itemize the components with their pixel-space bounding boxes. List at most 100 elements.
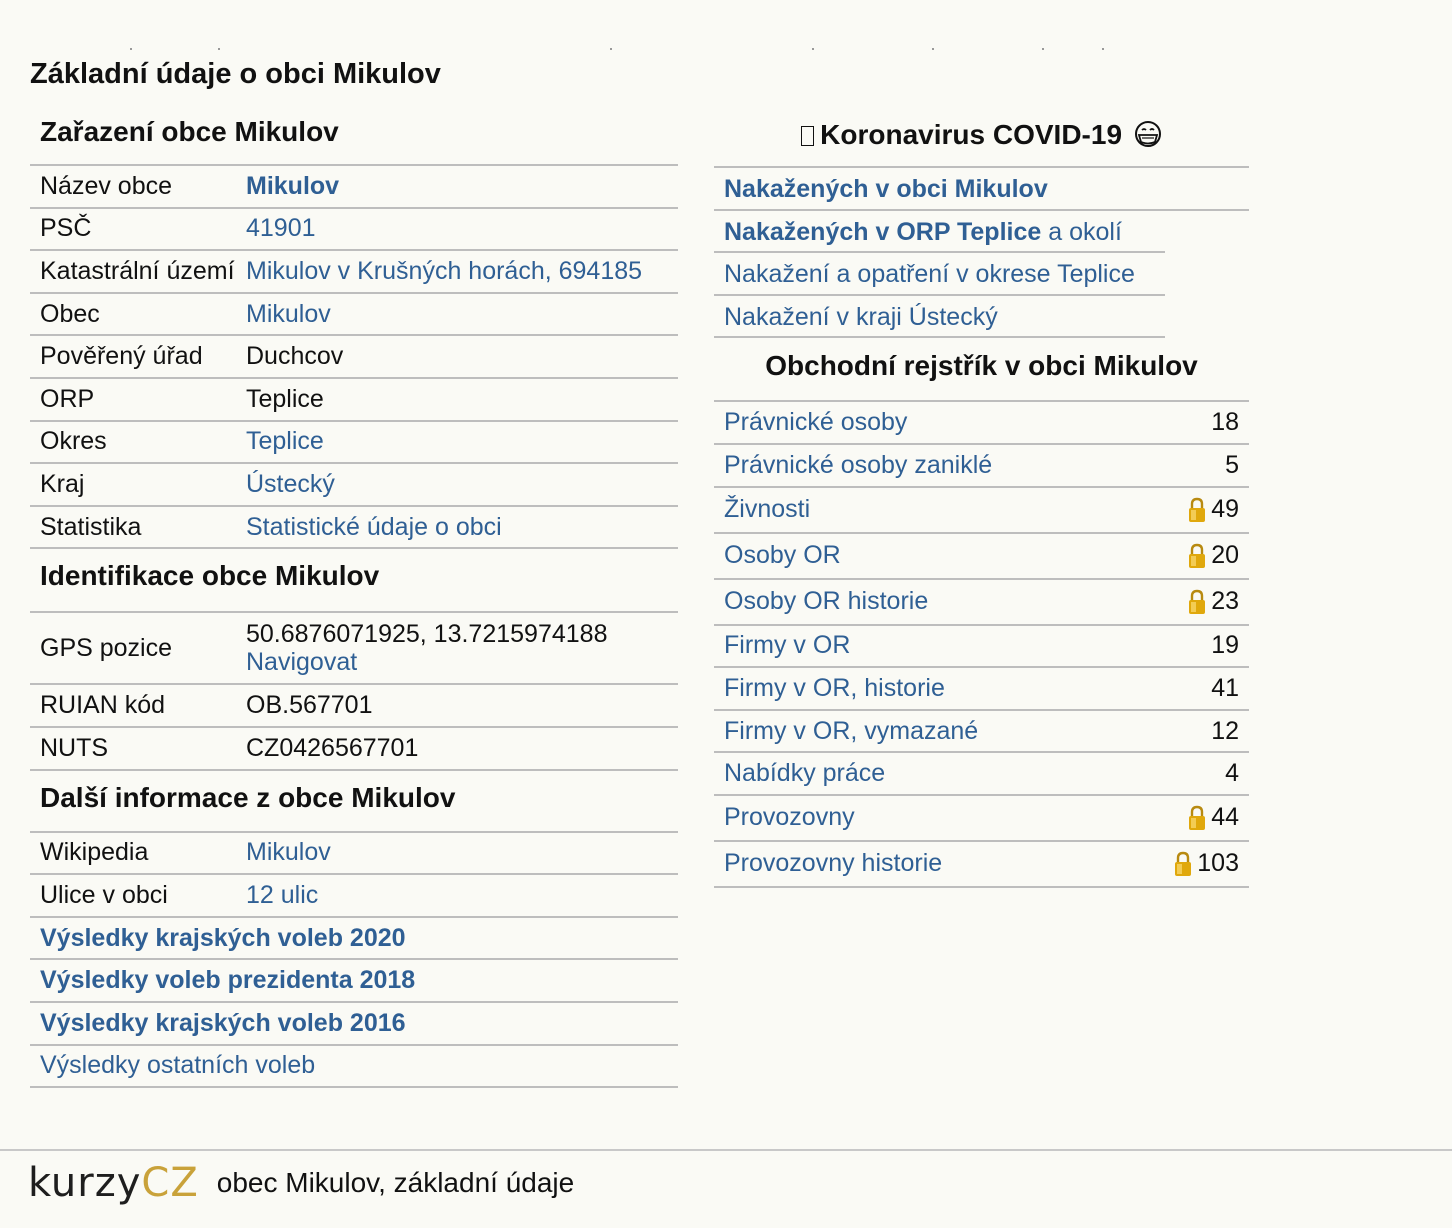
table-row-ruian: RUIAN kód OB.567701	[30, 685, 678, 728]
section-heading-dalsi: Další informace z obce Mikulov	[30, 771, 678, 833]
count-cell: 19	[1211, 631, 1239, 660]
row-label: PSČ	[40, 214, 92, 243]
covid-link-text[interactable]: Nakažení v kraji Ústecký	[724, 303, 998, 331]
count-cell: 5	[1225, 451, 1239, 480]
register-link[interactable]: Osoby OR	[724, 541, 1187, 570]
row-label: NUTS	[40, 733, 109, 762]
row-label: Pověřený úřad	[40, 342, 203, 371]
covid-link-bold[interactable]: Nakažených v obci Mikulov	[724, 175, 1048, 203]
list-item: Výsledky ostatních voleb	[30, 1046, 678, 1089]
table-row-gps: GPS pozice 50.6876071925, 13.7215974188 …	[30, 613, 678, 686]
lock-icon	[1187, 543, 1207, 569]
register-link[interactable]: Nabídky práce	[724, 759, 1225, 788]
election-results-link[interactable]: Výsledky krajských voleb 2016	[40, 1009, 406, 1038]
top-cropped-text-remnant	[30, 44, 1130, 58]
register-link[interactable]: Provozovny	[724, 803, 1187, 832]
election-results-link[interactable]: Výsledky ostatních voleb	[40, 1051, 315, 1080]
row-value-link[interactable]: Ústecký	[246, 470, 678, 499]
table-row: PSČ 41901	[30, 209, 678, 252]
row-value-link[interactable]: Mikulov v Krušných horách, 694185	[246, 257, 678, 286]
list-item: Výsledky voleb prezidenta 2018	[30, 960, 678, 1003]
table-row: Katastrální území Mikulov v Krušných horá…	[30, 251, 678, 294]
streets-link[interactable]: 12 ulic	[246, 881, 678, 910]
row-label: Wikipedia	[40, 838, 149, 867]
covid-link-row[interactable]: Nakažení a opatření v okrese Teplice	[714, 253, 1165, 296]
row-value: Duchcov	[246, 342, 344, 371]
count-cell: 41	[1211, 674, 1239, 703]
ruian-code: OB.567701	[246, 691, 373, 720]
business-register-table: Právnické osoby 18 Právnické osoby zaniklé…	[714, 402, 1249, 888]
covid-link-text[interactable]: a okolí	[1041, 218, 1122, 246]
covid-link-row[interactable]: Nakažených v obci Mikulov	[714, 168, 1249, 211]
table-row: Kraj Ústecký	[30, 464, 678, 507]
row-value-link[interactable]: 41901	[246, 214, 678, 243]
covid-link-row[interactable]: Nakažení v kraji Ústecký	[714, 296, 1165, 339]
footer-caption: obec Mikulov, základní údaje	[216, 1167, 575, 1198]
table-row: ORP Teplice	[30, 379, 678, 422]
lock-icon	[1173, 851, 1193, 877]
table-row: Právnické osoby 18	[714, 402, 1249, 445]
count-cell: 23	[1187, 587, 1239, 616]
row-value-link[interactable]: Mikulov	[246, 300, 678, 329]
navigate-link[interactable]: Navigovat	[246, 648, 357, 676]
count-value: 44	[1211, 803, 1239, 832]
list-item: Výsledky krajských voleb 2016	[30, 1003, 678, 1046]
register-link[interactable]: Právnické osoby zaniklé	[724, 451, 1225, 480]
register-link[interactable]: Firmy v OR, historie	[724, 674, 1211, 703]
table-row: Firmy v OR, vymazané 12	[714, 711, 1249, 754]
table-row: Firmy v OR 19	[714, 626, 1249, 669]
lock-icon	[1187, 589, 1207, 615]
row-label: ORP	[40, 384, 95, 413]
register-link[interactable]: Právnické osoby	[724, 408, 1211, 437]
row-value-link[interactable]: Teplice	[246, 427, 678, 456]
register-link[interactable]: Firmy v OR	[724, 631, 1211, 660]
covid-links: Nakažených v obci Mikulov Nakažených v OR…	[714, 168, 1249, 339]
table-row: Osoby OR 20	[714, 534, 1249, 580]
footer-divider	[0, 1149, 1452, 1151]
covid-heading-text: Koronavirus COVID-19	[820, 119, 1123, 150]
register-link[interactable]: Osoby OR historie	[724, 587, 1187, 616]
kurzy-cz-logo[interactable]: KURZYCZ	[28, 1160, 199, 1206]
page-title: Základní údaje o obci Mikulov	[30, 58, 441, 90]
row-label: Obec	[40, 299, 100, 328]
count-value: 19	[1211, 631, 1239, 660]
covid-link-text[interactable]: Nakažení a opatření v okrese Teplice	[724, 260, 1135, 288]
left-column: Zařazení obce Mikulov Název obce Mikulov P…	[30, 108, 678, 1089]
gps-coordinates: 50.6876071925, 13.7215974188	[246, 620, 608, 649]
table-row-wikipedia: Wikipedia Mikulov	[30, 833, 678, 876]
row-label: Statistika	[40, 512, 142, 541]
election-results-link[interactable]: Výsledky krajských voleb 2020	[40, 924, 406, 953]
right-column: Koronavirus COVID-19 Nakažených v obci M…	[714, 108, 1249, 888]
count-cell: 103	[1173, 849, 1239, 878]
count-value: 41	[1211, 673, 1239, 702]
elections-links: Výsledky krajských voleb 2020 Výsledky vo…	[30, 918, 678, 1089]
row-value-link[interactable]: Statistické údaje o obci	[246, 513, 678, 542]
list-item: Výsledky krajských voleb 2020	[30, 918, 678, 961]
count-cell: 20	[1187, 541, 1239, 570]
table-row: Živnosti 49	[714, 488, 1249, 534]
table-row: Firmy v OR, historie 41	[714, 668, 1249, 711]
register-link[interactable]: Firmy v OR, vymazané	[724, 717, 1211, 746]
register-link[interactable]: Provozovny historie	[724, 849, 1173, 878]
zarazeni-table: Název obce Mikulov PSČ 41901 Katastrální úze…	[30, 166, 678, 550]
covid-link-row[interactable]: Nakažených v ORP Teplice a okolí	[714, 211, 1165, 254]
register-link[interactable]: Živnosti	[724, 495, 1187, 524]
row-label: Ulice v obci	[40, 880, 168, 909]
table-row: Osoby OR historie 23	[714, 580, 1249, 626]
nuts-code: CZ0426567701	[246, 733, 419, 762]
wikipedia-link[interactable]: Mikulov	[246, 838, 678, 867]
count-value: 4	[1225, 759, 1239, 788]
row-value-link[interactable]: Mikulov	[246, 172, 678, 201]
covid-link-bold[interactable]: Nakažených v ORP Teplice	[724, 218, 1041, 246]
covid-heading: Koronavirus COVID-19	[714, 108, 1249, 168]
election-results-link[interactable]: Výsledky voleb prezidenta 2018	[40, 966, 415, 995]
count-cell: 49	[1187, 495, 1239, 524]
table-row: Statistika Statistické údaje o obci	[30, 507, 678, 550]
count-value: 49	[1211, 495, 1239, 524]
count-value: 23	[1211, 587, 1239, 616]
count-cell: 4	[1225, 759, 1239, 788]
row-label: Název obce	[40, 171, 173, 200]
row-label: Katastrální území	[40, 256, 235, 285]
table-row-nuts: NUTS CZ0426567701	[30, 728, 678, 771]
row-value: Teplice	[246, 384, 324, 413]
